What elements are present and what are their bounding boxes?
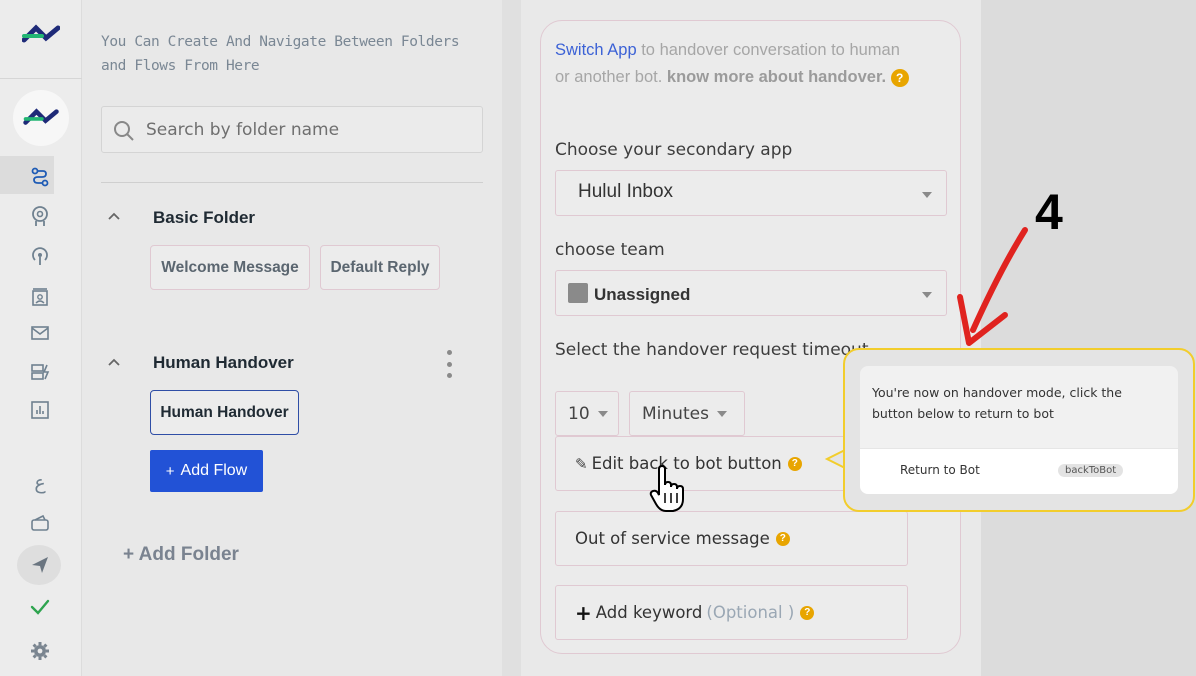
bot-avatar-icon <box>23 108 59 125</box>
analytics-icon[interactable] <box>29 399 51 421</box>
dropdown-arrow-icon <box>922 192 932 198</box>
team-select[interactable]: Unassigned <box>555 270 947 316</box>
team-label: choose team <box>555 240 665 260</box>
help-icon[interactable]: ? <box>800 605 815 620</box>
chevron-up-icon[interactable] <box>107 357 121 367</box>
chevron-up-icon[interactable] <box>107 211 121 221</box>
dropdown-arrow-icon <box>716 410 727 417</box>
secondary-app-select[interactable]: Hulul Inbox <box>555 170 947 216</box>
help-icon[interactable]: ? <box>775 531 790 546</box>
add-flow-button[interactable]: + Add Flow <box>150 450 263 492</box>
check-icon[interactable] <box>29 596 51 618</box>
plus-icon: + <box>165 462 175 480</box>
add-flow-label: Add Flow <box>180 462 248 479</box>
switch-app-link[interactable]: Switch App <box>555 41 637 59</box>
secondary-app-value: Hulul Inbox <box>578 181 674 202</box>
timeout-value: 10 <box>568 403 590 424</box>
flow-chip-human-handover[interactable]: Human Handover <box>150 390 299 435</box>
pencil-icon: ✎ <box>575 454 588 473</box>
dropdown-arrow-icon <box>597 410 608 417</box>
timeout-value-select[interactable]: 10 <box>555 391 619 436</box>
timeout-unit-select[interactable]: Minutes <box>629 391 745 436</box>
preview-button-row: Return to Bot backToBot <box>860 448 1178 494</box>
folders-panel: You Can Create And Navigate Between Fold… <box>83 0 502 676</box>
flows-icon[interactable] <box>29 166 51 188</box>
panel-gap <box>502 0 521 676</box>
flow-chip-default-reply[interactable]: Default Reply <box>320 245 440 290</box>
dropdown-arrow-icon <box>922 292 932 298</box>
arabic-language-icon[interactable]: ع <box>29 472 51 494</box>
timeout-label: Select the handover request timeout <box>555 340 869 360</box>
hand-cursor-icon <box>649 465 684 512</box>
optional-label: (Optional ) <box>706 603 795 622</box>
step-number: 4 <box>1035 184 1063 240</box>
folder-title[interactable]: Human Handover <box>153 353 294 373</box>
broadcast-icon[interactable] <box>29 245 51 267</box>
handover-intro: Switch App to handover conversation to h… <box>555 37 915 91</box>
search-icon <box>114 121 134 141</box>
out-of-service-button[interactable]: Out of service message ? <box>555 511 908 566</box>
folder-title[interactable]: Basic Folder <box>153 208 255 228</box>
handover-preview-popup: You're now on handover mode, click the b… <box>843 348 1195 512</box>
arrow-pointer-icon <box>957 227 1028 346</box>
team-color-swatch <box>568 283 588 303</box>
flow-editor-area: Switch App to handover conversation to h… <box>521 0 981 676</box>
icon-rail: ع <box>0 0 82 676</box>
add-keyword-button[interactable]: + Add keyword (Optional ) ? <box>555 585 908 640</box>
payload-tag: backToBot <box>1058 464 1124 477</box>
folder-search[interactable] <box>101 106 483 153</box>
out-of-service-label: Out of service message <box>575 529 770 548</box>
search-input[interactable] <box>146 117 466 143</box>
flow-chip-welcome-message[interactable]: Welcome Message <box>150 245 310 290</box>
contacts-icon[interactable] <box>29 286 51 308</box>
inbox-icon[interactable] <box>29 322 51 344</box>
team-value: Unassigned <box>594 285 691 304</box>
help-icon[interactable]: ? <box>890 68 909 87</box>
folder-menu-icon[interactable] <box>443 350 455 378</box>
settings-icon[interactable] <box>29 640 51 662</box>
handover-card: Switch App to handover conversation to h… <box>540 20 961 654</box>
know-more-link[interactable]: know more about handover. <box>667 68 886 86</box>
wallet-icon[interactable] <box>29 512 51 534</box>
ai-brain-icon[interactable] <box>29 205 51 227</box>
templates-icon[interactable] <box>29 361 51 383</box>
logo-icon[interactable] <box>22 24 60 46</box>
timeout-unit: Minutes <box>642 403 709 424</box>
secondary-app-label: Choose your secondary app <box>555 140 793 160</box>
plus-icon: + <box>575 600 592 625</box>
add-folder-button[interactable]: + Add Folder <box>123 544 239 566</box>
return-to-bot-button[interactable]: Return to Bot <box>900 463 980 477</box>
preview-message: You're now on handover mode, click the b… <box>872 385 1122 421</box>
bot-avatar[interactable] <box>13 90 69 146</box>
help-icon[interactable]: ? <box>787 456 802 471</box>
rail-divider <box>0 78 82 79</box>
folders-divider <box>101 182 483 183</box>
send-icon[interactable] <box>29 554 51 576</box>
folders-hint: You Can Create And Navigate Between Fold… <box>101 34 460 74</box>
add-keyword-label: Add keyword <box>595 603 703 622</box>
preview-message-card: You're now on handover mode, click the b… <box>860 366 1178 494</box>
